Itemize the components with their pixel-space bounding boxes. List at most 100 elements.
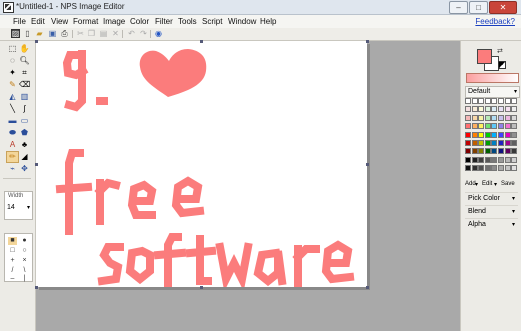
palette-swatch[interactable] bbox=[484, 156, 491, 163]
small-square-icon[interactable]: □ bbox=[8, 247, 17, 255]
palette-swatch[interactable] bbox=[511, 131, 518, 138]
lasso-icon[interactable]: ◌ bbox=[7, 56, 18, 66]
copy-icon[interactable]: ❐ bbox=[87, 29, 96, 38]
palette-swatch[interactable] bbox=[498, 131, 504, 138]
resize-handle[interactable] bbox=[35, 163, 38, 166]
palette-swatch[interactable] bbox=[504, 98, 511, 104]
palette-swatch[interactable] bbox=[491, 156, 498, 163]
save-link[interactable]: Save bbox=[501, 181, 515, 187]
palette-swatch[interactable] bbox=[504, 106, 511, 113]
palette-swatch[interactable] bbox=[471, 106, 478, 113]
cut-icon[interactable]: ✂ bbox=[76, 29, 85, 38]
chevron-down-icon[interactable]: ▾ bbox=[27, 204, 30, 211]
resize-handle[interactable] bbox=[35, 40, 38, 43]
resize-handle[interactable] bbox=[366, 286, 369, 289]
redo-icon[interactable]: ↷ bbox=[139, 29, 148, 38]
palette-swatch[interactable] bbox=[498, 165, 504, 172]
palette-swatch[interactable] bbox=[484, 123, 491, 130]
palette-swatch[interactable] bbox=[511, 98, 518, 104]
eraser-icon[interactable]: ⌫ bbox=[19, 80, 30, 90]
open-icon[interactable]: ▰ bbox=[35, 29, 44, 38]
blend-row[interactable]: Blend ▾ bbox=[465, 205, 518, 217]
palette-swatch[interactable] bbox=[504, 156, 511, 163]
edit-chevron-icon[interactable]: ▾ bbox=[494, 181, 497, 188]
maximize-button[interactable]: □ bbox=[469, 1, 488, 14]
crop-icon[interactable]: ⌗ bbox=[19, 68, 30, 78]
palette-swatch[interactable] bbox=[484, 131, 491, 138]
feedback-link[interactable]: Feedback? bbox=[475, 17, 515, 26]
paste-icon[interactable]: ▤ bbox=[99, 29, 108, 38]
palette-swatch[interactable] bbox=[511, 156, 518, 163]
move-icon[interactable]: ✥ bbox=[19, 164, 30, 174]
reset-colors-icon[interactable] bbox=[498, 61, 506, 69]
palette-swatch[interactable] bbox=[471, 131, 478, 138]
palette-swatch[interactable] bbox=[498, 140, 504, 146]
palette-swatch[interactable] bbox=[498, 156, 504, 163]
fill-icon[interactable]: ◭ bbox=[7, 92, 18, 102]
menu-help[interactable]: Help bbox=[260, 17, 276, 26]
menu-format[interactable]: Format bbox=[73, 17, 98, 26]
alpha-row[interactable]: Alpha ▾ bbox=[465, 218, 518, 230]
palette-swatch[interactable] bbox=[471, 140, 478, 146]
palette-swatch[interactable] bbox=[478, 156, 485, 163]
palette-swatch[interactable] bbox=[471, 114, 478, 121]
palette-swatch[interactable] bbox=[471, 156, 478, 163]
palette-swatch[interactable] bbox=[478, 131, 485, 138]
small-circle-icon[interactable]: ○ bbox=[20, 247, 29, 255]
palette-select[interactable]: Default ▾ bbox=[465, 86, 520, 98]
palette-swatch[interactable] bbox=[471, 98, 478, 104]
palette-swatch[interactable] bbox=[465, 140, 471, 146]
width-value[interactable]: 14 bbox=[7, 204, 15, 211]
help-icon[interactable]: ◉ bbox=[154, 29, 163, 38]
palette-swatch[interactable] bbox=[504, 148, 511, 155]
text-icon[interactable]: A bbox=[7, 140, 18, 150]
edit-link[interactable]: Edit bbox=[482, 181, 492, 187]
menu-edit[interactable]: Edit bbox=[31, 17, 45, 26]
menu-color[interactable]: Color bbox=[130, 17, 149, 26]
plus-shape-icon[interactable]: + bbox=[8, 257, 17, 265]
palette-swatch[interactable] bbox=[465, 165, 471, 172]
zoom-icon[interactable]: 🔍︎ bbox=[19, 56, 30, 66]
palette-swatch[interactable] bbox=[484, 140, 491, 146]
palette-swatch[interactable] bbox=[504, 114, 511, 121]
palette-swatch[interactable] bbox=[511, 165, 518, 172]
palette-swatch[interactable] bbox=[465, 106, 471, 113]
palette-swatch[interactable] bbox=[504, 140, 511, 146]
palette-swatch[interactable] bbox=[471, 148, 478, 155]
close-button[interactable]: ✕ bbox=[489, 1, 517, 14]
line-icon[interactable]: ╲ bbox=[7, 104, 18, 114]
menu-script[interactable]: Script bbox=[202, 17, 222, 26]
width-control[interactable]: Width 14 ▾ bbox=[4, 191, 33, 220]
circle-shape-icon[interactable]: ● bbox=[20, 237, 29, 245]
palette-swatch[interactable] bbox=[465, 123, 471, 130]
magic-wand-icon[interactable]: ✦ bbox=[7, 68, 18, 78]
delete-icon[interactable]: ✕ bbox=[111, 29, 120, 38]
screenshot-icon[interactable]: ▨ bbox=[11, 29, 20, 38]
palette-swatch[interactable] bbox=[491, 123, 498, 130]
menu-view[interactable]: View bbox=[51, 17, 68, 26]
palette-swatch[interactable] bbox=[491, 106, 498, 113]
palette-swatch[interactable] bbox=[465, 131, 471, 138]
palette-swatch[interactable] bbox=[471, 123, 478, 130]
palette-swatch[interactable] bbox=[478, 148, 485, 155]
palette-swatch[interactable] bbox=[504, 165, 511, 172]
palette-swatch[interactable] bbox=[465, 114, 471, 121]
palette-swatch[interactable] bbox=[498, 148, 504, 155]
palette-swatch[interactable] bbox=[504, 131, 511, 138]
palette-swatch[interactable] bbox=[511, 114, 518, 121]
menu-window[interactable]: Window bbox=[228, 17, 256, 26]
swap-colors-icon[interactable]: ⇄ bbox=[497, 47, 503, 55]
rounded-rect-icon[interactable]: ▭ bbox=[19, 116, 30, 126]
palette-swatch[interactable] bbox=[465, 156, 471, 163]
hand-icon[interactable]: ✋ bbox=[19, 44, 30, 54]
palette-swatch[interactable] bbox=[511, 140, 518, 146]
palette-swatch[interactable] bbox=[498, 106, 504, 113]
brush-icon[interactable]: ✎ bbox=[7, 80, 18, 90]
eyedropper-icon[interactable]: ⌁ bbox=[7, 164, 18, 174]
polygon-icon[interactable]: ⬟ bbox=[19, 128, 30, 138]
palette-swatch[interactable] bbox=[491, 165, 498, 172]
palette-swatch[interactable] bbox=[478, 165, 485, 172]
drawing-canvas[interactable] bbox=[36, 41, 367, 287]
menu-image[interactable]: Image bbox=[103, 17, 125, 26]
resize-handle[interactable] bbox=[200, 286, 203, 289]
